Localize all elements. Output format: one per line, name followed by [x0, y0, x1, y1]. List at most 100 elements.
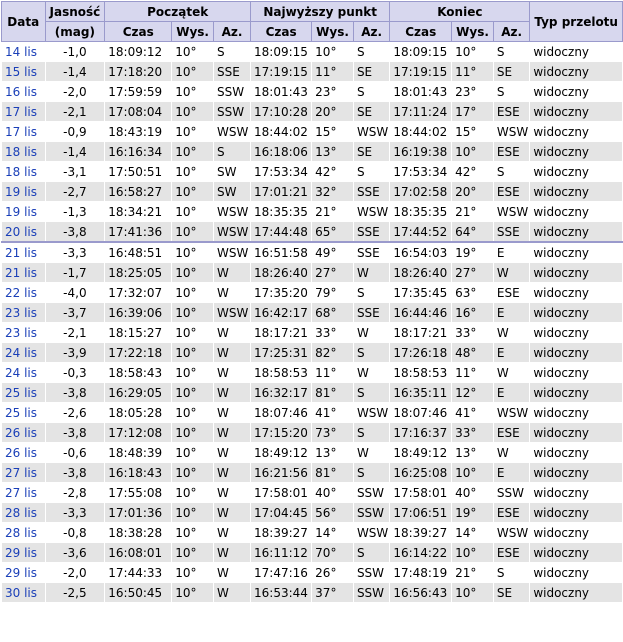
date-cell: 24 lis: [1, 362, 46, 383]
start-alt-cell: 10°: [171, 362, 214, 383]
start-alt-cell: 10°: [171, 161, 214, 182]
date-cell: 25 lis: [1, 402, 46, 423]
date-link[interactable]: 30 lis: [5, 586, 37, 600]
start-alt-cell: 10°: [171, 462, 214, 483]
start-az-cell: W: [212, 422, 252, 443]
date-link[interactable]: 23 lis: [5, 326, 37, 340]
highest-time-cell: 16:21:56: [250, 462, 313, 483]
start-alt-cell: 10°: [171, 101, 214, 122]
pass-type-cell: widoczny: [529, 282, 623, 303]
highest-az-cell: SSW: [352, 502, 391, 523]
start-alt-cell: 10°: [171, 442, 214, 463]
date-link[interactable]: 28 lis: [5, 506, 37, 520]
header-highest-alt: Wys.: [311, 21, 354, 42]
highest-alt-cell: 81°: [311, 382, 354, 403]
date-link[interactable]: 16 lis: [5, 85, 37, 99]
start-az-cell: WSW: [212, 221, 252, 243]
table-row: 15 lis -1,4 17:18:20 10° SSE 17:19:15 11° SE 17:…: [1, 61, 623, 82]
end-alt-cell: 12°: [451, 382, 494, 403]
highest-az-cell: S: [352, 81, 391, 102]
date-link[interactable]: 14 lis: [5, 45, 37, 59]
highest-az-cell: SE: [352, 101, 391, 122]
date-link[interactable]: 25 lis: [5, 386, 37, 400]
date-link[interactable]: 23 lis: [5, 306, 37, 320]
start-time-cell: 18:43:19: [104, 121, 173, 142]
start-alt-cell: 10°: [171, 41, 214, 62]
date-link[interactable]: 29 lis: [5, 566, 37, 580]
start-time-cell: 16:48:51: [104, 241, 173, 263]
magnitude-cell: -0,9: [44, 121, 106, 142]
table-row: 17 lis -2,1 17:08:04 10° SSW 17:10:28 20° SE 17:…: [1, 101, 623, 122]
highest-az-cell: S: [352, 161, 391, 182]
date-link[interactable]: 28 lis: [5, 526, 37, 540]
end-alt-cell: 21°: [451, 201, 494, 222]
start-time-cell: 17:41:36: [104, 221, 173, 243]
date-link[interactable]: 29 lis: [5, 546, 37, 560]
pass-type-cell: widoczny: [529, 562, 623, 583]
end-az-cell: ESE: [492, 181, 531, 202]
header-end-time: Czas: [389, 21, 453, 42]
highest-alt-cell: 68°: [311, 302, 354, 323]
highest-time-cell: 16:53:44: [250, 582, 313, 603]
start-time-cell: 16:18:43: [104, 462, 173, 483]
start-time-cell: 16:50:45: [104, 582, 173, 603]
table-row: 24 lis -3,9 17:22:18 10° W 17:25:31 82° S 17:26:…: [1, 342, 623, 363]
header-pass-type: Typ przelotu: [529, 1, 623, 42]
date-link[interactable]: 19 lis: [5, 205, 37, 219]
date-link[interactable]: 21 lis: [5, 266, 37, 280]
end-time-cell: 17:35:45: [389, 282, 453, 303]
magnitude-cell: -2,5: [44, 582, 106, 603]
highest-time-cell: 17:44:48: [250, 221, 313, 243]
start-alt-cell: 10°: [171, 582, 214, 603]
date-cell: 26 lis: [1, 422, 46, 443]
highest-alt-cell: 23°: [311, 81, 354, 102]
start-az-cell: W: [212, 462, 252, 483]
highest-time-cell: 17:19:15: [250, 61, 313, 82]
magnitude-cell: -1,4: [44, 61, 106, 82]
start-time-cell: 18:09:12: [104, 41, 173, 62]
date-link[interactable]: 27 lis: [5, 466, 37, 480]
date-link[interactable]: 18 lis: [5, 145, 37, 159]
highest-az-cell: S: [352, 542, 391, 563]
date-link[interactable]: 17 lis: [5, 125, 37, 139]
highest-az-cell: WSW: [352, 402, 391, 423]
magnitude-cell: -1,0: [44, 41, 106, 62]
date-link[interactable]: 26 lis: [5, 426, 37, 440]
date-link[interactable]: 26 lis: [5, 446, 37, 460]
pass-type-cell: widoczny: [529, 522, 623, 543]
start-az-cell: S: [212, 141, 252, 162]
date-link[interactable]: 24 lis: [5, 366, 37, 380]
date-link[interactable]: 19 lis: [5, 185, 37, 199]
highest-time-cell: 18:35:35: [250, 201, 313, 222]
date-link[interactable]: 27 lis: [5, 486, 37, 500]
date-link[interactable]: 20 lis: [5, 225, 37, 239]
highest-alt-cell: 65°: [311, 221, 354, 243]
start-alt-cell: 10°: [171, 121, 214, 142]
date-link[interactable]: 22 lis: [5, 286, 37, 300]
table-row: 19 lis -1,3 18:34:21 10° WSW 18:35:35 21° WSW 18…: [1, 201, 623, 222]
highest-az-cell: WSW: [352, 201, 391, 222]
header-highest: Najwyższy punkt: [250, 1, 391, 22]
date-link[interactable]: 15 lis: [5, 65, 37, 79]
highest-az-cell: W: [352, 442, 391, 463]
magnitude-cell: -3,1: [44, 161, 106, 182]
date-link[interactable]: 18 lis: [5, 165, 37, 179]
highest-alt-cell: 13°: [311, 141, 354, 162]
date-cell: 22 lis: [1, 282, 46, 303]
highest-time-cell: 18:49:12: [250, 442, 313, 463]
magnitude-cell: -3,9: [44, 342, 106, 363]
date-link[interactable]: 21 lis: [5, 246, 37, 260]
date-link[interactable]: 24 lis: [5, 346, 37, 360]
end-az-cell: ESE: [492, 422, 531, 443]
header-end-az: Az.: [492, 21, 531, 42]
date-cell: 28 lis: [1, 522, 46, 543]
date-cell: 21 lis: [1, 241, 46, 263]
start-alt-cell: 10°: [171, 542, 214, 563]
start-az-cell: S: [212, 41, 252, 62]
end-az-cell: E: [492, 342, 531, 363]
date-cell: 20 lis: [1, 221, 46, 243]
date-link[interactable]: 25 lis: [5, 406, 37, 420]
end-az-cell: ESE: [492, 141, 531, 162]
magnitude-cell: -0,6: [44, 442, 106, 463]
date-link[interactable]: 17 lis: [5, 105, 37, 119]
